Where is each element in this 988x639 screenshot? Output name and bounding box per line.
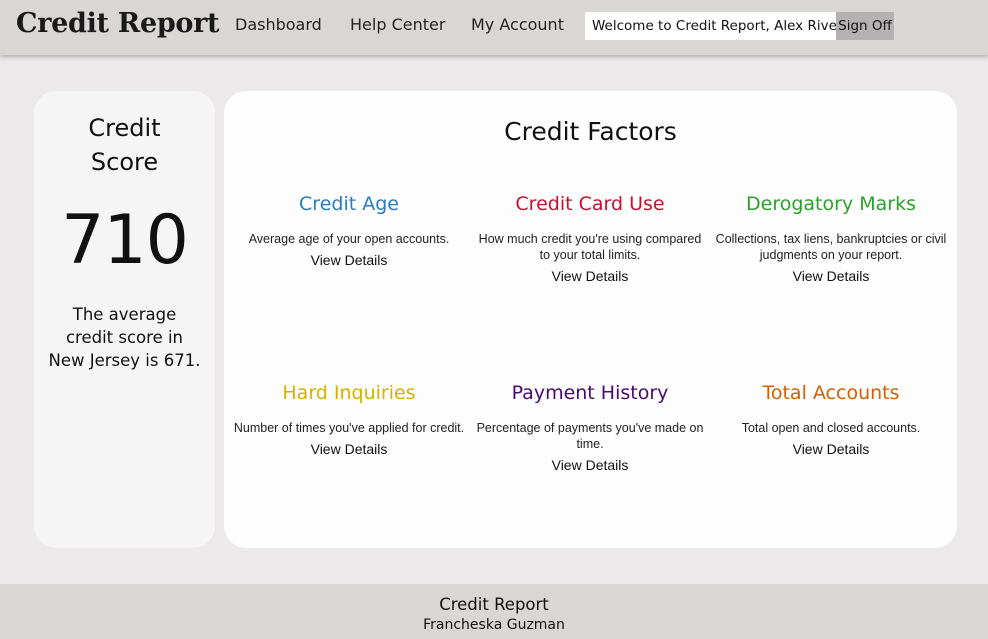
factor-name: Credit Age (299, 193, 399, 215)
credit-factors-card: Credit Factors Credit Age Average age of… (224, 91, 957, 548)
view-details-link[interactable]: View Details (233, 251, 465, 269)
footer-title: Credit Report (439, 595, 549, 614)
factor-name: Payment History (511, 382, 669, 404)
footer-author: Francheska Guzman (423, 617, 565, 633)
factor-name: Total Accounts (762, 382, 900, 404)
view-details-link[interactable]: View Details (715, 440, 947, 458)
factor-derogatory-marks: Derogatory Marks Collections, tax liens,… (715, 191, 947, 285)
view-details-link[interactable]: View Details (474, 456, 706, 474)
view-details-link[interactable]: View Details (715, 267, 947, 285)
view-details-link[interactable]: View Details (233, 440, 465, 458)
factor-total-accounts: Total Accounts Total open and closed acc… (715, 380, 947, 458)
nav-my-account[interactable]: My Account (471, 15, 564, 34)
page-footer: Credit Report Francheska Guzman (0, 584, 988, 639)
factor-description: Average age of your open accounts. (248, 232, 450, 246)
factor-credit-age: Credit Age Average age of your open acco… (233, 191, 465, 269)
nav-help-center[interactable]: Help Center (350, 15, 445, 34)
welcome-message: Welcome to Credit Report, Alex Rivera. (585, 12, 855, 40)
credit-factors-title: Credit Factors (504, 117, 677, 146)
factor-description: Collections, tax liens, bankruptcies or … (715, 232, 947, 262)
top-header: Credit Report Dashboard Help Center My A… (0, 0, 988, 55)
factor-payment-history: Payment History Percentage of payments y… (474, 380, 706, 474)
score-title: Credit Score (34, 111, 215, 179)
factor-hard-inquiries: Hard Inquiries Number of times you've ap… (233, 380, 465, 458)
factor-credit-card-use: Credit Card Use How much credit you're u… (474, 191, 706, 285)
factor-name: Derogatory Marks (746, 193, 916, 215)
factor-description: Percentage of payments you've made on ti… (476, 421, 704, 451)
view-details-link[interactable]: View Details (474, 267, 706, 285)
factor-name: Hard Inquiries (282, 382, 416, 404)
sign-off-button[interactable]: Sign Off (836, 12, 894, 40)
nav-dashboard[interactable]: Dashboard (235, 15, 322, 34)
factor-description: Number of times you've applied for credi… (233, 421, 465, 435)
credit-score-value: 710 (61, 201, 189, 280)
score-title-line1: Credit (88, 114, 161, 142)
brand-logo[interactable]: Credit Report (16, 8, 220, 39)
credit-score-card: Credit Score 710 The average credit scor… (34, 91, 215, 548)
factor-description: How much credit you're using compared to… (478, 232, 702, 262)
factor-name: Credit Card Use (515, 193, 665, 215)
score-title-line2: Score (90, 148, 159, 176)
factor-description: Total open and closed accounts. (741, 421, 921, 435)
average-score-note: The average credit score in New Jersey i… (48, 305, 201, 370)
